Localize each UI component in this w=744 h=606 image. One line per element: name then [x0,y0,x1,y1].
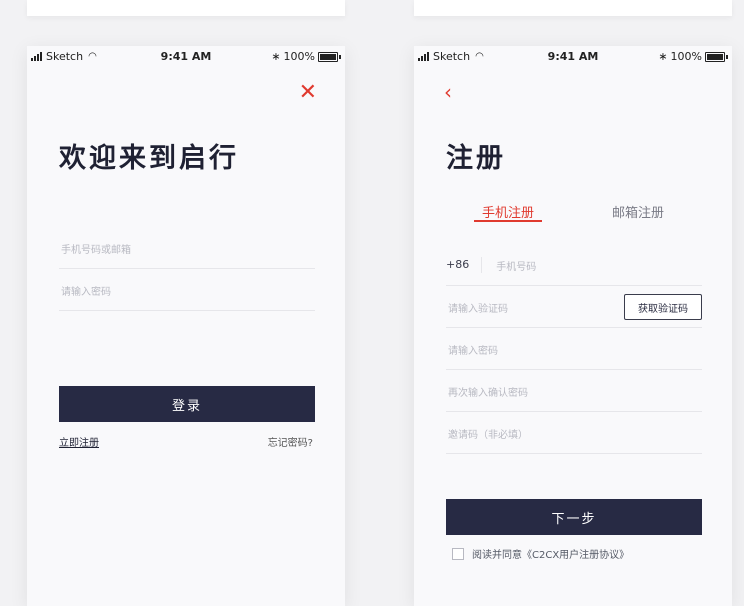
battery-percent: 100% [283,50,315,63]
battery-icon [318,51,338,62]
account-input[interactable]: 手机号码或邮箱 [59,228,315,269]
status-bar: Sketch ◠ 9:41 AM ∗ 100% [414,46,732,68]
country-code[interactable]: +86 [446,257,483,273]
agreement-checkbox[interactable] [452,547,464,560]
battery-tip [339,54,341,59]
active-tab-indicator [474,220,542,222]
password-placeholder: 请输入密码 [448,345,498,357]
login-screen: Sketch ◠ 9:41 AM ∗ 100% ✕ 欢迎来到启行 手机号码或邮箱… [27,46,345,606]
forgot-password-link[interactable]: 忘记密码? [268,434,313,449]
invite-placeholder: 邀请码（非必填） [448,429,528,441]
register-tabs: 手机注册 邮箱注册 [414,202,732,226]
bluetooth-icon: ∗ [658,50,668,63]
agreement-text[interactable]: 阅读并同意《C2CX用户注册协议》 [472,546,629,561]
password-input[interactable]: 请输入密码 [59,270,315,311]
tab-phone-register[interactable]: 手机注册 [482,202,534,221]
password-placeholder: 请输入密码 [61,286,111,298]
phone-input[interactable]: +86 手机号码 [446,245,702,286]
get-code-button[interactable]: 获取验证码 [624,294,702,320]
register-screen: Sketch ◠ 9:41 AM ∗ 100% ‹ 注册 手机注册 邮箱注册 +… [414,46,732,606]
code-placeholder: 请输入验证码 [448,303,508,315]
page-title: 欢迎来到启行 [59,143,239,174]
verification-code-input[interactable]: 请输入验证码 获取验证码 [446,287,702,328]
battery-percent: 100% [670,50,702,63]
previous-screen-edge-right [414,0,732,16]
status-bar: Sketch ◠ 9:41 AM ∗ 100% [27,46,345,68]
back-arrow-icon[interactable]: ‹ [444,82,452,102]
account-placeholder: 手机号码或邮箱 [61,244,131,256]
battery-info: ∗ 100% [271,50,341,63]
login-button[interactable]: 登录 [59,386,315,422]
bluetooth-icon: ∗ [271,50,281,63]
page-title: 注册 [446,143,506,174]
battery-icon [705,51,725,62]
tab-email-register[interactable]: 邮箱注册 [612,202,664,221]
previous-screen-edge-left [27,0,345,16]
close-icon[interactable]: ✕ [299,82,317,104]
phone-placeholder: 手机号码 [496,261,537,273]
password-input[interactable]: 请输入密码 [446,329,702,370]
register-link[interactable]: 立即注册 [59,434,99,449]
next-step-button[interactable]: 下一步 [446,499,702,535]
agreement-row: 阅读并同意《C2CX用户注册协议》 [452,546,629,561]
battery-tip [726,54,728,59]
confirm-password-placeholder: 再次输入确认密码 [448,387,528,399]
battery-info: ∗ 100% [658,50,728,63]
confirm-password-input[interactable]: 再次输入确认密码 [446,371,702,412]
invite-code-input[interactable]: 邀请码（非必填） [446,413,702,454]
